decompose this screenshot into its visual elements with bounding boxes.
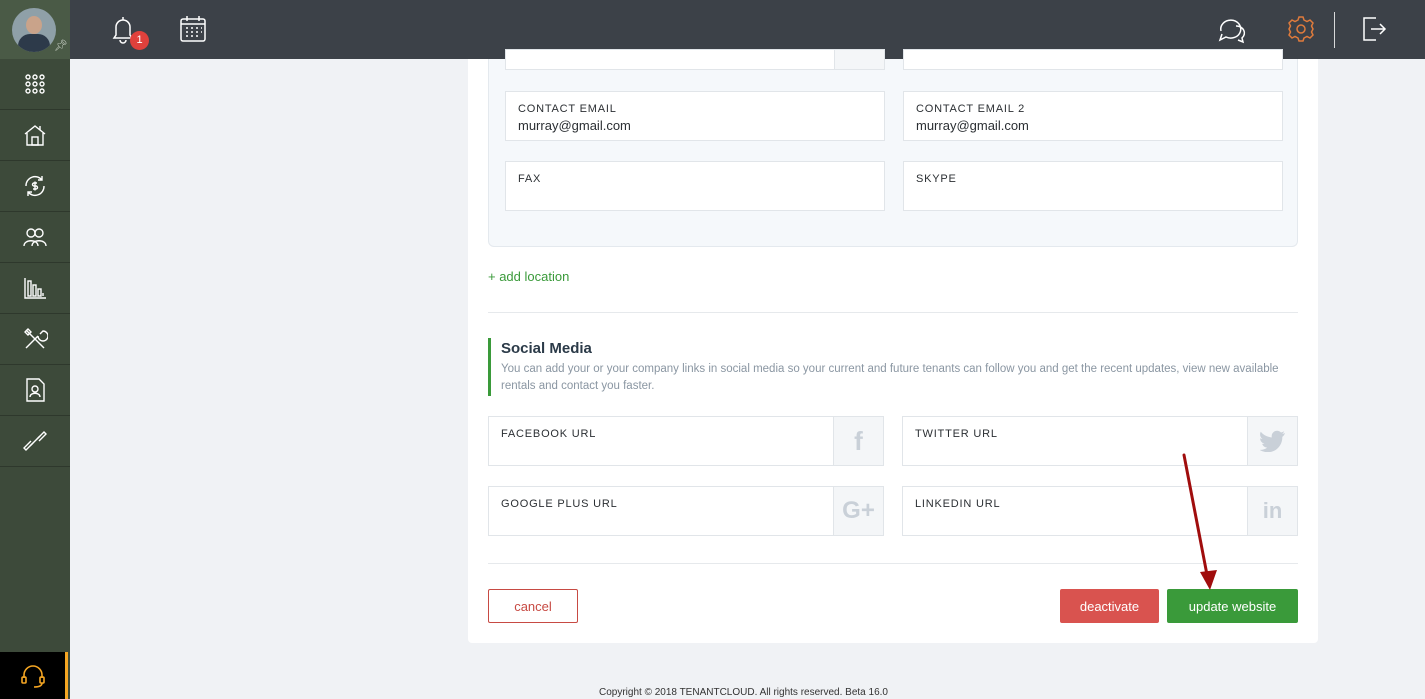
logout-icon — [1363, 17, 1387, 41]
calendar-icon — [180, 16, 206, 42]
linkedin-icon: in — [1262, 498, 1283, 523]
skype-field[interactable]: SKYPE — [903, 161, 1283, 211]
social-media-title: Social Media — [501, 340, 592, 357]
facebook-icon: f — [854, 425, 863, 456]
facebook-addon: f — [833, 417, 883, 465]
house-icon — [24, 125, 46, 146]
contact-email-value: murray@gmail.com — [518, 118, 631, 133]
twitter-addon — [1247, 417, 1297, 465]
sidebar-item-applications[interactable] — [0, 365, 70, 416]
google-plus-url-label: GOOGLE PLUS URL — [501, 498, 618, 510]
skype-label: SKYPE — [916, 173, 957, 185]
linkedin-url-field[interactable]: LINKEDIN URL in — [902, 486, 1298, 536]
fax-field[interactable]: FAX — [505, 161, 885, 211]
bar-chart-icon — [24, 278, 46, 299]
phone-field-2[interactable] — [903, 49, 1283, 70]
google-plus-addon: G+ — [833, 487, 883, 535]
phone-addon — [834, 50, 884, 69]
contact-email-field[interactable]: CONTACT EMAIL murray@gmail.com — [505, 91, 885, 141]
messages-button[interactable] — [1216, 14, 1246, 44]
location-box: CONTACT EMAIL murray@gmail.com CONTACT E… — [488, 49, 1298, 247]
money-cycle-icon — [25, 176, 45, 196]
user-profile[interactable]: 📌︎ — [0, 0, 70, 59]
sidebar-item-payments[interactable] — [0, 161, 70, 212]
footer-copyright: Copyright © 2018 TENANTCLOUD. All rights… — [599, 687, 888, 698]
sidebar-item-properties[interactable] — [0, 110, 70, 161]
sidebar-item-reports[interactable] — [0, 263, 70, 314]
profile-document-icon — [26, 378, 45, 402]
deactivate-button[interactable]: deactivate — [1060, 589, 1159, 623]
linkedin-url-label: LINKEDIN URL — [915, 498, 1001, 510]
settings-button[interactable] — [1286, 14, 1316, 44]
facebook-url-field[interactable]: FACEBOOK URL f — [488, 416, 884, 466]
google-plus-url-field[interactable]: GOOGLE PLUS URL G+ — [488, 486, 884, 536]
tools-icon — [24, 328, 48, 349]
facebook-url-label: FACEBOOK URL — [501, 428, 597, 440]
fax-label: FAX — [518, 173, 542, 185]
social-media-section: Social Media You can add your or your co… — [488, 338, 1298, 396]
gear-icon — [1288, 16, 1314, 42]
chat-bubbles-icon — [1218, 19, 1246, 44]
sidebar-item-apps[interactable] — [0, 59, 70, 110]
pin-icon[interactable]: 📌︎ — [54, 40, 68, 52]
annotation-arrow — [1182, 453, 1217, 590]
google-plus-icon: G+ — [842, 497, 875, 524]
headset-icon — [20, 664, 45, 688]
notification-badge: 1 — [130, 31, 149, 50]
sidebar-item-maintenance[interactable] — [0, 314, 70, 365]
twitter-bird-icon — [1259, 430, 1285, 452]
twitter-url-field[interactable]: TWITTER URL — [902, 416, 1298, 466]
users-icon — [23, 228, 47, 247]
linkedin-addon: in — [1247, 487, 1297, 535]
avatar[interactable] — [12, 8, 56, 52]
phone-field[interactable] — [505, 49, 885, 70]
support-button[interactable] — [0, 652, 68, 699]
sidebar-item-people[interactable] — [0, 212, 70, 263]
contact-email-2-field[interactable]: CONTACT EMAIL 2 murray@gmail.com — [903, 91, 1283, 141]
logout-button[interactable] — [1358, 14, 1388, 44]
contact-email-2-value: murray@gmail.com — [916, 118, 1029, 133]
topbar-divider — [1334, 12, 1335, 48]
contact-email-label: CONTACT EMAIL — [518, 103, 617, 115]
sidebar: 📌︎ — [0, 0, 70, 699]
contact-email-2-label: CONTACT EMAIL 2 — [916, 103, 1025, 115]
apps-grid-icon — [25, 74, 45, 94]
calendar-button[interactable] — [178, 14, 208, 44]
divider — [488, 312, 1298, 313]
social-media-description: You can add your or your company links i… — [501, 363, 1279, 392]
cancel-button[interactable]: cancel — [488, 589, 578, 623]
twitter-url-label: TWITTER URL — [915, 428, 998, 440]
add-location-link[interactable]: + add location — [488, 269, 569, 284]
sidebar-item-links[interactable] — [0, 416, 70, 467]
link-icon — [23, 431, 47, 451]
